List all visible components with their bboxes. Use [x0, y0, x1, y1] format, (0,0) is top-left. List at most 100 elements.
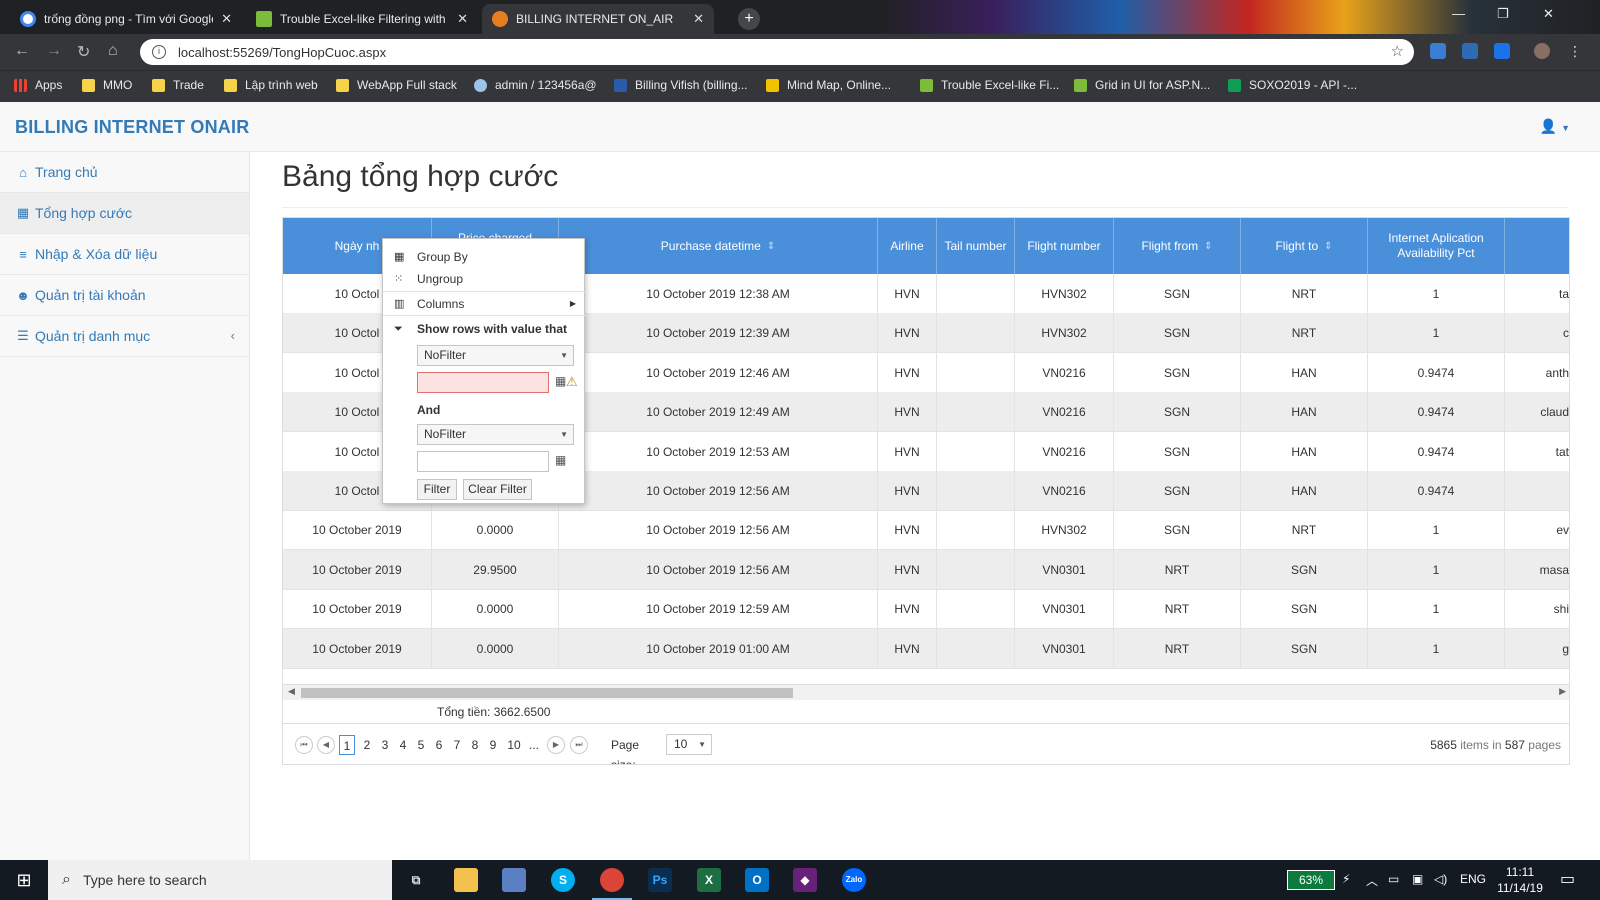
column-header-tail-number[interactable]: Tail number — [937, 218, 1015, 274]
bookmark-lap-trinh-web[interactable]: Lập trình web — [224, 78, 318, 92]
chrome-icon[interactable] — [592, 868, 632, 900]
sidebar-item-tong-hop-cuoc[interactable]: ▦ Tổng hợp cước — [0, 193, 249, 234]
maximize-icon[interactable]: ❐ — [1497, 6, 1509, 22]
browser-tab-google[interactable]: trống đồng png - Tìm với Google ✕ — [10, 4, 242, 34]
filter-operator-1-select[interactable]: NoFilter ▼ — [417, 345, 574, 366]
sort-icon[interactable]: ⇕ — [1204, 239, 1212, 254]
url-input[interactable]: i localhost:55269/TongHopCuoc.aspx ☆ — [140, 39, 1414, 65]
display-icon[interactable]: ▣ — [1412, 872, 1423, 886]
filter-operator-2-select[interactable]: NoFilter ▼ — [417, 424, 574, 445]
bookmark-trade[interactable]: Trade — [152, 78, 204, 92]
back-icon[interactable]: ← — [14, 42, 30, 60]
photoshop-icon[interactable]: Ps — [648, 868, 672, 892]
excel-icon[interactable]: X — [697, 868, 721, 892]
bookmark-star-icon[interactable]: ☆ — [1391, 42, 1404, 60]
file-explorer-icon[interactable] — [454, 868, 478, 892]
network-app-icon[interactable] — [502, 868, 526, 892]
windows-start-icon[interactable]: ⊞ — [0, 860, 48, 900]
bookmark-trouble[interactable]: Trouble Excel-like Fi... — [920, 78, 1059, 92]
column-header-purchase-datetime[interactable]: Purchase datetime ⇕ — [559, 218, 878, 274]
menu-item-ungroup[interactable]: ⁙ Ungroup — [383, 269, 586, 289]
bookmark-mmo[interactable]: MMO — [82, 78, 132, 92]
zalo-icon[interactable]: Zalo — [842, 868, 866, 892]
page-2-button[interactable]: 2 — [360, 735, 374, 755]
info-icon[interactable]: i — [152, 45, 166, 59]
notification-icon[interactable]: ▭ — [1560, 869, 1575, 889]
bookmark-mind-map[interactable]: Mind Map, Online... — [766, 78, 891, 92]
column-header-flight-from[interactable]: Flight from ⇕ — [1114, 218, 1241, 274]
page-size-select[interactable]: 10 ▼ — [666, 734, 712, 755]
system-clock[interactable]: 11:11 11/14/19 — [1490, 864, 1550, 896]
bookmark-soxo[interactable]: SOXO2019 - API -... — [1228, 78, 1357, 92]
user-menu-button[interactable]: 👤 ▼ — [1540, 118, 1570, 135]
page-10-button[interactable]: 10 — [504, 735, 524, 755]
taskbar-search-input[interactable]: ⌕ Type here to search — [48, 860, 392, 900]
sidebar-item-home[interactable]: ⌂ Trang chủ — [0, 152, 249, 193]
extension-icon[interactable] — [1462, 43, 1478, 59]
bookmark-billing-vifish[interactable]: Billing Vifish (billing... — [614, 78, 748, 92]
filter-value-2-input[interactable] — [417, 451, 549, 472]
sidebar-item-import-delete[interactable]: ≡ Nhập & Xóa dữ liệu — [0, 234, 249, 275]
skype-icon[interactable]: S — [551, 868, 575, 892]
home-icon[interactable]: ⌂ — [108, 42, 118, 60]
prev-page-icon[interactable]: ◀ — [317, 736, 335, 754]
close-tab-icon[interactable]: ✕ — [693, 11, 704, 27]
minimize-icon[interactable]: — — [1452, 6, 1465, 21]
column-header-flight-number[interactable]: Flight number — [1015, 218, 1114, 274]
page-9-button[interactable]: 9 — [486, 735, 500, 755]
more-pages-button[interactable]: ... — [527, 735, 541, 755]
network-icon[interactable]: ▭ — [1388, 872, 1399, 886]
scroll-right-icon[interactable]: ▶ — [1559, 686, 1566, 697]
outlook-icon[interactable]: O — [745, 868, 769, 892]
reload-icon[interactable]: ↻ — [77, 42, 90, 62]
browser-tab-trouble[interactable]: Trouble Excel-like Filtering with G ✕ — [246, 4, 478, 34]
scrollbar-thumb[interactable] — [301, 688, 793, 698]
column-header-airline[interactable]: Airline — [878, 218, 937, 274]
page-4-button[interactable]: 4 — [396, 735, 410, 755]
table-row[interactable]: 10 October 2019 29.9500 10 October 2019 12… — [283, 549, 1569, 590]
profile-avatar-icon[interactable] — [1534, 43, 1550, 59]
bookmark-grid-ui[interactable]: Grid in UI for ASP.N... — [1074, 78, 1210, 92]
menu-item-columns[interactable]: ▥ Columns ▶ — [383, 294, 586, 314]
browser-menu-icon[interactable]: ⋮ — [1568, 43, 1584, 59]
column-header-flight-to[interactable]: Flight to ⇕ — [1241, 218, 1368, 274]
bookmark-webapp[interactable]: WebApp Full stack — [336, 78, 457, 92]
sidebar-item-categories[interactable]: ☰ Quản trị danh mục ‹ — [0, 316, 249, 357]
chevron-up-icon[interactable]: ︿ — [1366, 872, 1378, 889]
table-row[interactable]: 10 October 2019 0.0000 10 October 2019 01:… — [283, 628, 1569, 669]
app-brand[interactable]: BILLING INTERNET ONAIR — [15, 117, 249, 138]
sort-icon[interactable]: ⇕ — [767, 239, 775, 254]
close-tab-icon[interactable]: ✕ — [221, 11, 232, 27]
volume-icon[interactable]: ◁) — [1434, 872, 1447, 886]
page-6-button[interactable]: 6 — [432, 735, 446, 755]
clear-filter-button[interactable]: Clear Filter — [463, 479, 532, 500]
next-page-icon[interactable]: ▶ — [547, 736, 565, 754]
table-row[interactable]: 10 October 2019 0.0000 10 October 2019 12:… — [283, 510, 1569, 551]
new-tab-button[interactable]: + — [738, 8, 760, 30]
last-page-icon[interactable]: ⏭ — [570, 736, 588, 754]
scroll-left-icon[interactable]: ◀ — [288, 686, 295, 697]
bookmark-admin[interactable]: admin / 123456a@ — [474, 78, 597, 92]
extension-icon[interactable] — [1430, 43, 1446, 59]
page-3-button[interactable]: 3 — [378, 735, 392, 755]
close-window-icon[interactable]: ✕ — [1543, 6, 1554, 22]
extension-icon[interactable] — [1494, 43, 1510, 59]
page-7-button[interactable]: 7 — [450, 735, 464, 755]
bookmark-apps[interactable]: Apps — [14, 78, 62, 92]
page-8-button[interactable]: 8 — [468, 735, 482, 755]
calendar-icon[interactable]: ▦ — [555, 453, 566, 467]
sidebar-item-accounts[interactable]: ☻ Quản trị tài khoản — [0, 275, 249, 316]
task-view-icon[interactable]: ⧉ — [404, 868, 428, 892]
power-plug-icon[interactable]: ⚡ — [1342, 872, 1350, 886]
close-tab-icon[interactable]: ✕ — [457, 11, 468, 27]
chevron-left-icon[interactable]: ‹ — [231, 328, 235, 343]
calendar-icon[interactable]: ▦ — [555, 374, 566, 388]
sort-icon[interactable]: ⇕ — [1324, 239, 1332, 254]
forward-icon[interactable]: → — [46, 42, 62, 60]
browser-tab-billing[interactable]: BILLING INTERNET ON_AIR ✕ — [482, 4, 714, 34]
language-indicator[interactable]: ENG — [1460, 872, 1486, 886]
filter-value-1-input[interactable]: ⚠ — [417, 372, 578, 393]
horizontal-scrollbar[interactable]: ◀ ▶ — [283, 684, 1569, 700]
column-header-availability[interactable]: Internet Aplication Availability Pct — [1368, 218, 1505, 274]
filter-button[interactable]: Filter — [417, 479, 457, 500]
